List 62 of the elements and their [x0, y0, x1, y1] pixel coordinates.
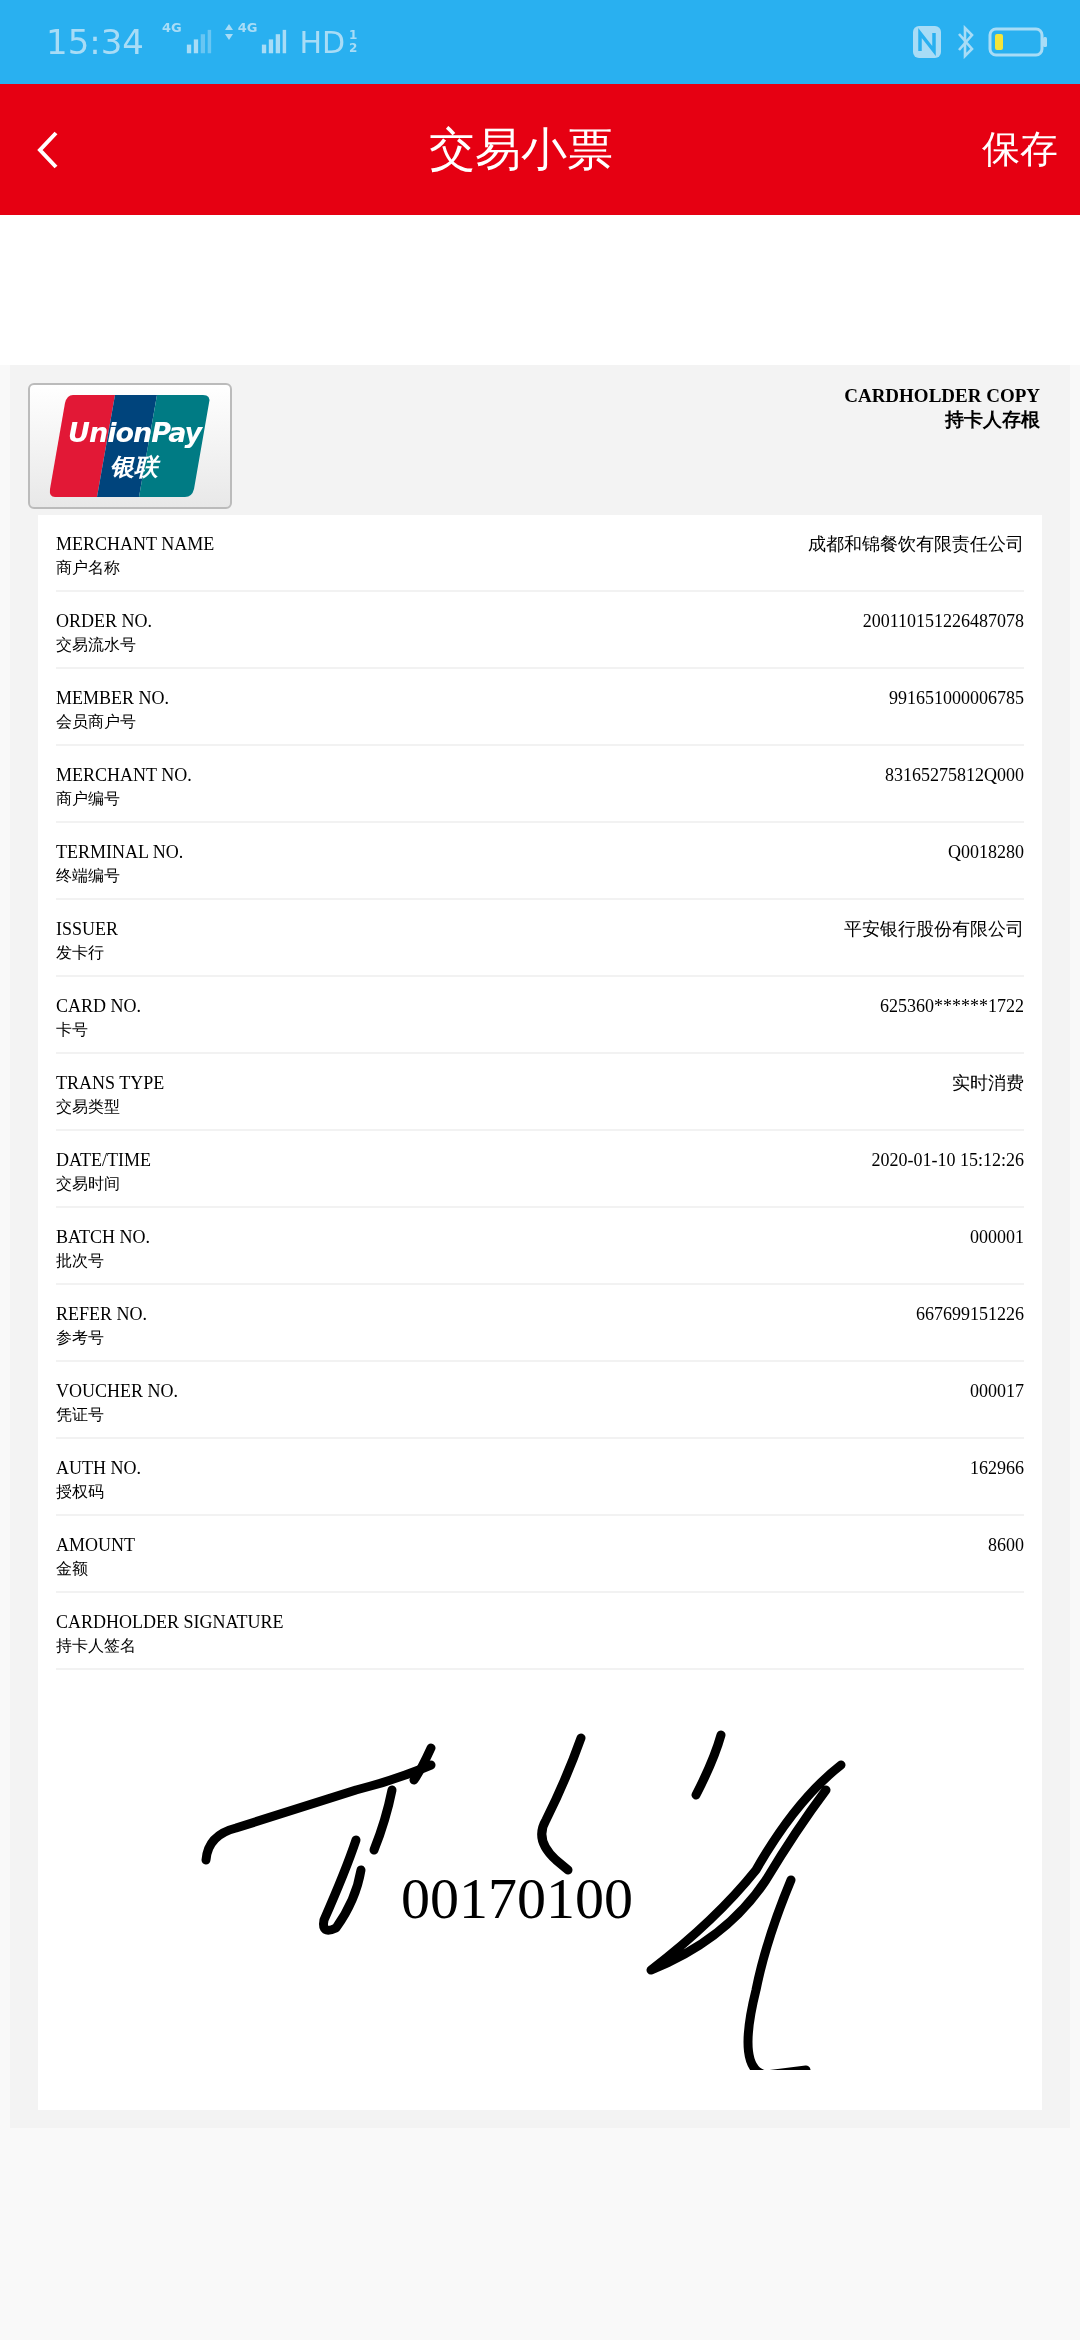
field-label: DATE/TIME [56, 1149, 151, 1172]
network-label: 4G [162, 20, 182, 35]
field-label: MERCHANT NAME [56, 533, 215, 556]
field-label: MERCHANT NO. [56, 764, 192, 787]
sim-slot-label: 2 [349, 42, 358, 55]
field-label: REFER NO. [56, 1303, 147, 1326]
field-label: 凭证号 [56, 1404, 105, 1426]
field-value: Q0018280 [948, 841, 1024, 864]
signal-icon [185, 28, 212, 56]
field-value: 000001 [970, 1226, 1024, 1249]
field-value: 8600 [988, 1534, 1024, 1557]
field-label: 发卡行 [56, 942, 105, 964]
field-label: 参考号 [56, 1327, 105, 1349]
field-value: 000017 [970, 1380, 1024, 1403]
field-value: 162966 [970, 1457, 1024, 1480]
hd-label: HD [299, 24, 346, 60]
clock-time: 15:34 [46, 22, 144, 62]
field-label: 授权码 [56, 1481, 105, 1503]
copy-label: CARDHOLDER COPY [844, 385, 1040, 407]
field-label: TERMINAL NO. [56, 841, 184, 864]
field-label: BATCH NO. [56, 1226, 150, 1249]
data-arrows-icon [223, 22, 234, 42]
field-label: ORDER NO. [56, 610, 152, 633]
field-label: 商户名称 [56, 557, 121, 579]
field-label: 交易类型 [56, 1096, 121, 1118]
field-label: 交易流水号 [56, 634, 137, 656]
field-value: 991651000006785 [889, 687, 1024, 710]
save-button[interactable]: 保存 [978, 120, 1062, 179]
field-label: 批次号 [56, 1250, 105, 1272]
signal-icon [261, 28, 288, 56]
field-label: 持卡人签名 [56, 1635, 137, 1657]
field-label: 终端编号 [56, 865, 121, 887]
nfc-icon [912, 25, 942, 59]
field-value: 200110151226487078 [862, 610, 1024, 633]
field-label: AUTH NO. [56, 1457, 141, 1480]
field-value: 成都和锦餐饮有限责任公司 [808, 533, 1024, 556]
field-label: 交易时间 [56, 1173, 121, 1195]
network-label: 4G [237, 20, 258, 35]
field-label: TRANS TYPE [56, 1072, 165, 1095]
sim-slot-label: 1 [349, 29, 358, 42]
field-label: MEMBER NO. [56, 687, 169, 710]
back-chevron-icon [36, 129, 60, 170]
field-label: CARDHOLDER SIGNATURE [56, 1611, 284, 1634]
field-label: 商户编号 [56, 788, 121, 810]
field-value: 83165275812Q000 [885, 764, 1024, 787]
field-label: CARD NO. [56, 995, 141, 1018]
page-title: 交易小票 [429, 120, 613, 178]
field-value: 2020-01-10 15:12:26 [871, 1149, 1024, 1172]
signature-stamp-number: 00170100 [401, 1865, 633, 1932]
field-label: AMOUNT [56, 1534, 135, 1557]
bluetooth-icon [956, 25, 976, 59]
field-label: VOUCHER NO. [56, 1380, 178, 1403]
field-label: 金额 [56, 1558, 89, 1580]
field-value: 667699151226 [916, 1303, 1024, 1326]
field-value: 625360******1722 [880, 995, 1024, 1018]
copy-label: 持卡人存根 [945, 408, 1040, 432]
battery-icon [988, 27, 1048, 57]
field-value: 实时消费 [952, 1072, 1024, 1095]
field-value: 平安银行股份有限公司 [844, 918, 1024, 941]
field-label: ISSUER [56, 918, 118, 941]
field-label: 会员商户号 [56, 711, 137, 733]
field-label: 卡号 [56, 1019, 89, 1041]
